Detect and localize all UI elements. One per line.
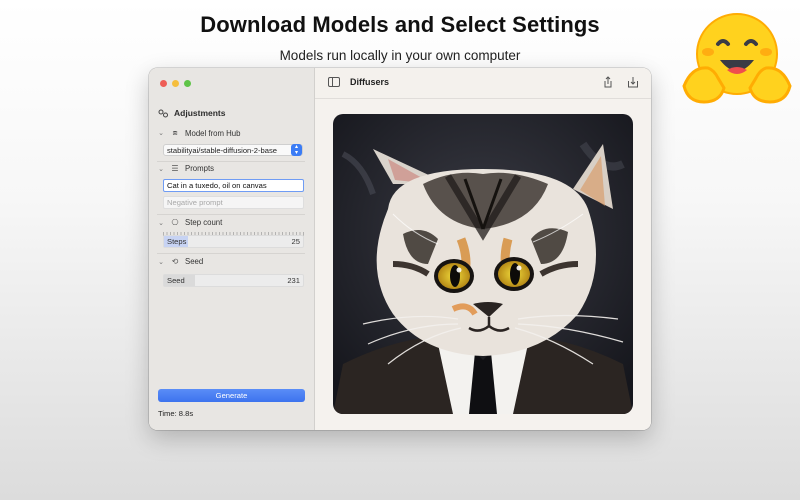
seed-slider-value: 231 — [287, 276, 300, 285]
sidebar: Adjustments ⌄ ⧈ Model from Hub stability… — [149, 68, 315, 430]
steps-section-label: Step count — [185, 218, 223, 227]
divider — [157, 161, 305, 162]
steps-icon: ⎔ — [171, 218, 179, 227]
chevron-down-icon[interactable]: ⌄ — [157, 258, 165, 266]
zoom-window-button[interactable] — [184, 80, 191, 87]
time-readout: Time: 8.8s — [158, 409, 194, 418]
prompt-input[interactable]: Cat in a tuxedo, oil on canvas — [163, 179, 304, 192]
model-select[interactable]: stabilityai/stable-diffusion-2-base ▴ ▾ — [163, 144, 303, 156]
steps-section-header[interactable]: ⌄ ⎔ Step count — [157, 218, 222, 227]
seed-icon: ⟲ — [171, 257, 179, 266]
close-window-button[interactable] — [160, 80, 167, 87]
seed-slider[interactable]: Seed 231 — [163, 274, 304, 287]
main-panel: Diffusers — [315, 68, 651, 430]
divider — [157, 214, 305, 215]
model-section-header[interactable]: ⌄ ⧈ Model from Hub — [157, 128, 240, 138]
prompts-section-label: Prompts — [185, 164, 215, 173]
chevron-down-icon[interactable]: ⌄ — [157, 219, 165, 227]
adjustments-title: Adjustments — [174, 108, 226, 118]
adjustments-header: Adjustments — [158, 108, 225, 118]
minimize-window-button[interactable] — [172, 80, 179, 87]
list-icon: ☰ — [171, 164, 179, 173]
sidebar-toggle-icon[interactable] — [328, 76, 340, 88]
seed-section-header[interactable]: ⌄ ⟲ Seed — [157, 257, 203, 266]
model-section-label: Model from Hub — [185, 128, 241, 138]
toolbar: Diffusers — [315, 68, 651, 99]
hugging-face-emoji — [682, 13, 792, 104]
seed-section-label: Seed — [185, 257, 204, 266]
chevron-down-icon[interactable]: ⌄ — [157, 165, 165, 173]
prompts-section-header[interactable]: ⌄ ☰ Prompts — [157, 164, 214, 173]
steps-slider[interactable]: Steps 25 — [163, 235, 304, 248]
chevron-down-icon[interactable]: ⌄ — [157, 129, 165, 137]
steps-slider-value: 25 — [291, 237, 300, 246]
window-title: Diffusers — [350, 77, 390, 87]
share-icon[interactable] — [602, 76, 614, 88]
chevron-updown-icon[interactable]: ▴ ▾ — [291, 144, 302, 156]
save-icon[interactable] — [627, 76, 639, 88]
adjustments-icon — [158, 109, 168, 117]
seed-slider-label: Seed — [167, 276, 185, 285]
steps-slider-label: Steps — [167, 237, 187, 246]
negative-prompt-input[interactable]: Negative prompt — [163, 196, 304, 209]
divider — [157, 253, 305, 254]
model-select-value: stabilityai/stable-diffusion-2-base — [167, 146, 278, 155]
app-window: Adjustments ⌄ ⧈ Model from Hub stability… — [149, 68, 651, 430]
cube-icon: ⧈ — [172, 128, 178, 137]
generate-button[interactable]: Generate — [158, 389, 305, 402]
generated-image — [333, 114, 633, 414]
